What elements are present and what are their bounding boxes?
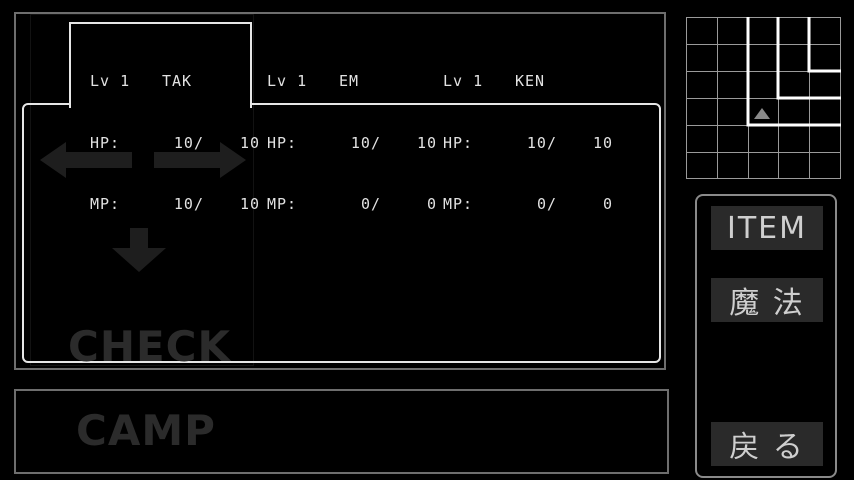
item-button[interactable]: ITEM: [711, 206, 823, 250]
dungeon-minimap: [686, 17, 841, 179]
level-label: Lv 1: [443, 72, 484, 90]
player-marker-icon: [754, 108, 770, 119]
mp-value: 0/: [360, 195, 381, 213]
mp-label: MP:: [90, 195, 121, 213]
hp-label: HP:: [90, 133, 121, 152]
hp-label: HP:: [443, 133, 474, 152]
mp-max: 0: [426, 195, 437, 213]
hp-value: 10/: [173, 133, 204, 152]
mp-value: 10/: [173, 195, 204, 213]
character-name: EM: [339, 72, 360, 90]
hp-label: HP:: [267, 133, 298, 152]
mp-label: MP:: [443, 195, 474, 213]
hp-value: 10/: [526, 133, 557, 152]
level-label: Lv 1: [267, 72, 308, 90]
hp-max: 10: [239, 133, 260, 152]
check-button[interactable]: CHECK: [68, 322, 231, 371]
character-name: KEN: [515, 72, 546, 90]
character-status-tak[interactable]: Lv 1 TAK HP: 10/10 MP: 10/10: [90, 30, 260, 235]
hp-max: 10: [592, 133, 613, 152]
mp-value: 0/: [536, 195, 557, 213]
command-menu: ITEM 魔 法 戻 る: [695, 194, 837, 478]
character-status-ken[interactable]: Lv 1 KEN HP: 10/10 MP: 0/0: [443, 30, 613, 235]
mp-label: MP:: [267, 195, 298, 213]
hp-max: 10: [416, 133, 437, 152]
mp-max: 10: [239, 195, 260, 213]
hp-value: 10/: [350, 133, 381, 152]
back-button[interactable]: 戻 る: [711, 422, 823, 466]
camp-button[interactable]: CAMP: [76, 406, 216, 455]
character-name: TAK: [162, 72, 193, 90]
magic-button[interactable]: 魔 法: [711, 278, 823, 322]
level-label: Lv 1: [90, 72, 131, 90]
mp-max: 0: [602, 195, 613, 213]
character-status-em[interactable]: Lv 1 EM HP: 10/10 MP: 0/0: [267, 30, 437, 235]
